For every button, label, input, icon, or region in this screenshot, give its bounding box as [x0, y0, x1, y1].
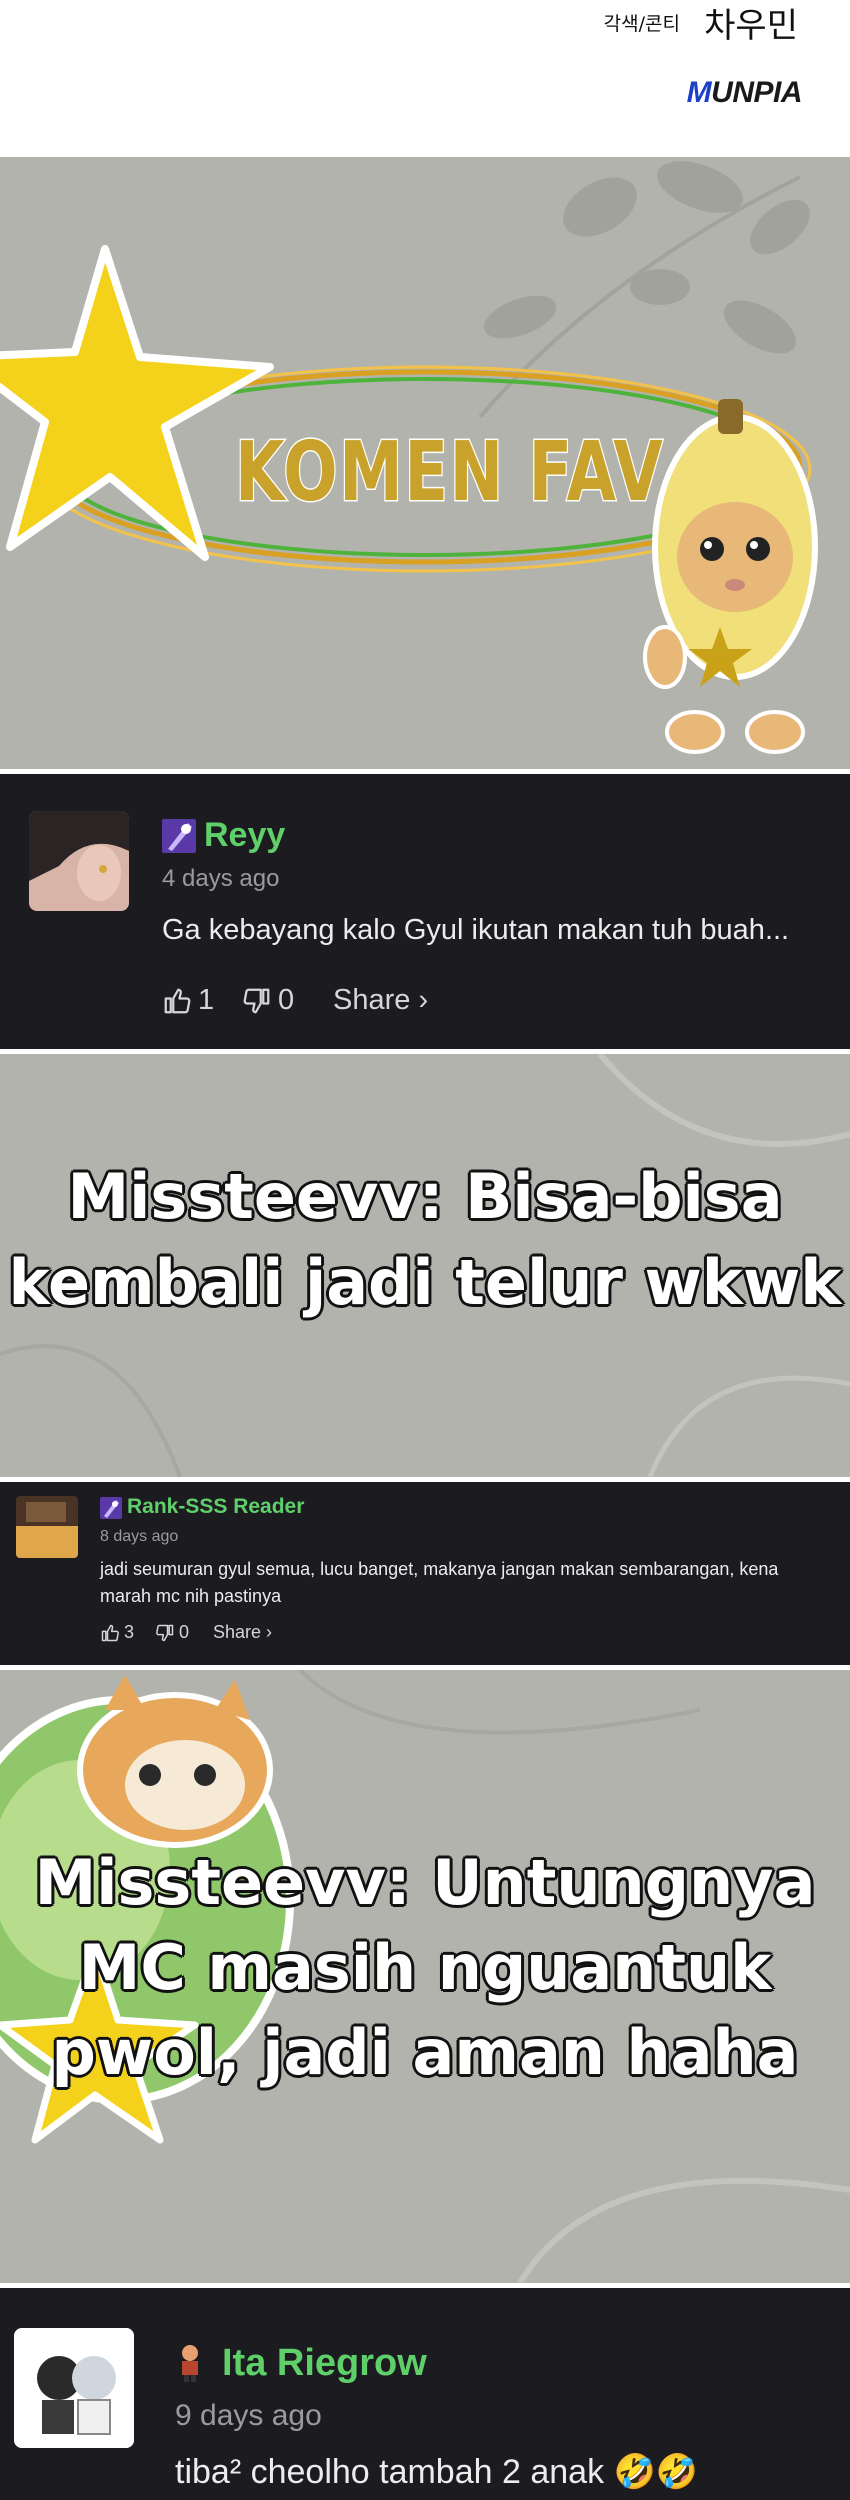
thumbs-down-icon — [156, 1624, 174, 1641]
user-badge-icon — [175, 2343, 205, 2383]
avatar[interactable] — [29, 811, 129, 911]
comment-text: jadi seumuran gyul semua, lucu banget, m… — [100, 1559, 779, 1606]
thumbs-up-icon — [164, 988, 191, 1013]
like-button[interactable]: 1 — [162, 984, 214, 1017]
page-header: 각색/콘티 차우민 MUNPIA — [0, 0, 850, 157]
reply-panel: Missteevv: Untungnya MC masih nguantuk p… — [0, 1670, 850, 2283]
thumbs-up-icon — [101, 1624, 119, 1641]
comment-username[interactable]: Ita Riegrow — [222, 2342, 427, 2385]
banner-title: KOMEN FAV — [234, 424, 665, 522]
reply-caption: Missteevv: Bisa-bisa kembali jadi telur … — [8, 1160, 842, 1319]
credit-role: 각색/콘티 — [603, 13, 680, 35]
dislike-count: 0 — [179, 1622, 190, 1642]
share-button[interactable]: Share › — [333, 984, 428, 1017]
comment-timestamp: 8 days ago — [100, 1528, 179, 1545]
comment-timestamp: 4 days ago — [162, 865, 280, 892]
avatar[interactable] — [16, 1496, 78, 1558]
like-count: 3 — [124, 1622, 135, 1642]
comment-card: Ita Riegrow 9 days ago tiba² cheolho tam… — [0, 2283, 850, 2500]
like-button[interactable]: 3 — [100, 1622, 134, 1643]
credit-name: 차우민 — [704, 6, 798, 46]
comment-card: Rank-SSS Reader 8 days ago jadi seumuran… — [0, 1477, 850, 1670]
reply-caption: Missteevv: Untungnya MC masih nguantuk p… — [34, 1846, 816, 2089]
comment-text: tiba² cheolho tambah 2 anak 🤣🤣 — [175, 2453, 699, 2491]
thumbs-down-icon — [243, 988, 270, 1013]
reply-panel: Missteevv: Bisa-bisa kembali jadi telur … — [0, 1054, 850, 1477]
comment-username[interactable]: Reyy — [204, 816, 285, 855]
star-icon — [0, 245, 274, 561]
dislike-button[interactable]: 0 — [242, 984, 294, 1017]
comment-timestamp: 9 days ago — [175, 2399, 322, 2432]
komen-fav-banner: KOMEN FAV — [0, 157, 850, 769]
avatar[interactable] — [14, 2328, 134, 2448]
dislike-button[interactable]: 0 — [155, 1622, 189, 1643]
comment-text: Ga kebayang kalo Gyul ikutan makan tuh b… — [162, 914, 790, 946]
munpia-logo: MUNPIA — [686, 76, 803, 109]
rank-badge-icon — [100, 1497, 122, 1519]
banana-cat-icon — [643, 399, 818, 754]
dislike-count: 0 — [278, 984, 295, 1016]
rank-badge-icon — [162, 819, 196, 853]
like-count: 1 — [198, 984, 215, 1016]
share-button[interactable]: Share › — [213, 1622, 272, 1643]
comment-card: Reyy 4 days ago Ga kebayang kalo Gyul ik… — [0, 769, 850, 1054]
comment-username[interactable]: Rank-SSS Reader — [127, 1495, 304, 1519]
